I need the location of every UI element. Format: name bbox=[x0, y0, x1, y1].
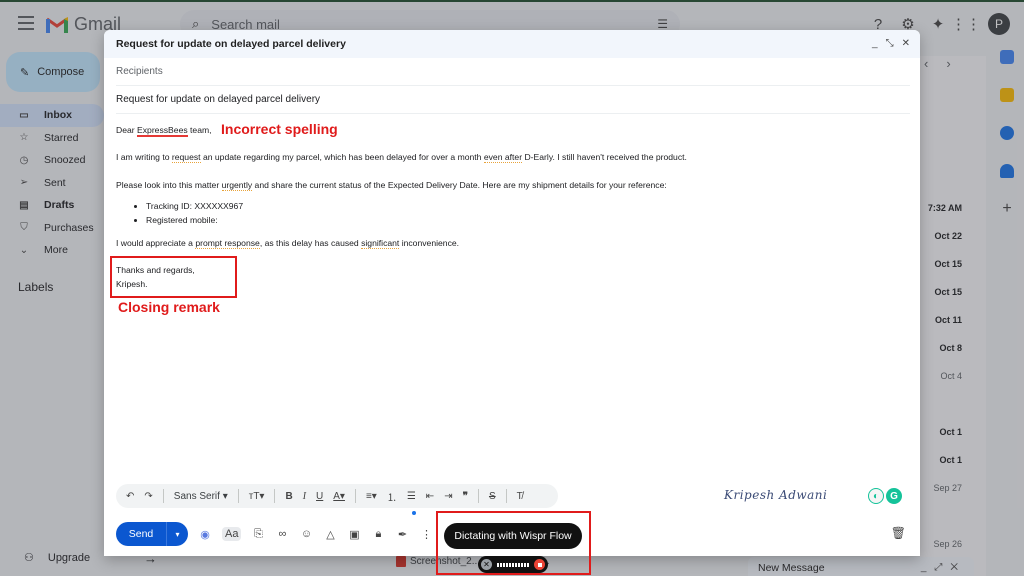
font-select-value: Sans Serif bbox=[173, 490, 220, 502]
italic-icon[interactable]: I bbox=[303, 491, 306, 502]
paragraph-2: Please look into this matter urgently an… bbox=[116, 179, 908, 192]
text-run: and share the current status of the Expe… bbox=[252, 179, 667, 190]
align-icon[interactable]: ≡▾ bbox=[366, 491, 377, 502]
grammar-suggestion[interactable]: significant bbox=[361, 238, 400, 250]
annotation-incorrect-spelling: Incorrect spelling bbox=[221, 121, 338, 137]
lightbulb-icon[interactable]: ◐ bbox=[868, 488, 884, 504]
clear-formatting-icon[interactable]: T̸ bbox=[517, 491, 523, 502]
discard-draft-icon[interactable]: 🗑︎ bbox=[891, 526, 906, 540]
text-color-icon[interactable]: A▾ bbox=[333, 491, 345, 502]
text-run: Please look into this matter bbox=[116, 179, 222, 190]
underline-icon[interactable]: U bbox=[316, 491, 323, 502]
text-run: I would appreciate a bbox=[116, 238, 196, 249]
text-run: inconvenience. bbox=[399, 238, 460, 249]
text-run: , as this delay has caused bbox=[259, 238, 362, 249]
annotation-closing-box bbox=[110, 256, 237, 298]
formatting-options-button[interactable]: Aa bbox=[222, 527, 242, 541]
send-button-group: Send ▾ bbox=[116, 522, 188, 546]
font-select[interactable]: Sans Serif ▾ bbox=[174, 491, 228, 502]
compose-action-bar: Send ▾ ◉ Aa ⎘ ∞ ☺ △ ▣ 🔒︎ ✒ ⋮ bbox=[116, 522, 433, 546]
paragraph-3: I would appreciate a prompt response, as… bbox=[116, 237, 908, 250]
quote-icon[interactable]: ❞ bbox=[463, 491, 468, 502]
schedule-send-dropdown[interactable]: ▾ bbox=[166, 522, 188, 546]
annotation-closing-remark: Closing remark bbox=[118, 299, 220, 315]
wispr-control-bar: ✕ bbox=[478, 556, 548, 573]
subject-field[interactable]: Request for update on delayed parcel del… bbox=[116, 86, 910, 114]
greeting-prefix: Dear bbox=[116, 125, 138, 135]
link-icon[interactable]: ∞ bbox=[275, 528, 289, 540]
notification-dot bbox=[412, 511, 416, 515]
wispr-status-text: Dictating with Wispr Flow bbox=[454, 530, 572, 542]
more-options-icon[interactable]: ⋮ bbox=[419, 528, 433, 541]
lock-icon[interactable]: 🔒︎ bbox=[371, 528, 385, 541]
undo-icon[interactable]: ↶ bbox=[126, 491, 134, 502]
grammar-suggestion[interactable]: request bbox=[171, 152, 201, 164]
close-icon[interactable]: ✕ bbox=[902, 38, 910, 49]
divider bbox=[237, 489, 239, 503]
divider bbox=[162, 489, 164, 503]
bold-icon[interactable]: B bbox=[285, 491, 292, 502]
drive-icon[interactable]: △ bbox=[323, 528, 337, 541]
attach-icon[interactable]: ⎘ bbox=[251, 528, 265, 541]
divider bbox=[354, 489, 356, 503]
text-run: an update regarding my parcel, which has… bbox=[200, 152, 484, 163]
photo-icon[interactable]: ▣ bbox=[347, 528, 361, 541]
grammarly-widget[interactable]: ◐ G bbox=[868, 488, 902, 504]
shipment-details-list: Tracking ID: XXXXXX967 Registered mobile… bbox=[146, 200, 908, 227]
bulleted-list-icon[interactable]: ☰ bbox=[407, 491, 416, 502]
divider bbox=[505, 489, 507, 503]
exit-fullscreen-icon[interactable]: ⤡ bbox=[886, 38, 894, 49]
text-run: I am writing to bbox=[116, 152, 172, 163]
grammarly-icon[interactable]: G bbox=[886, 488, 902, 504]
paragraph-1: I am writing to request an update regard… bbox=[116, 151, 908, 164]
indent-more-icon[interactable]: ⇥ bbox=[444, 491, 452, 502]
numbered-list-icon[interactable]: ⒈ bbox=[387, 489, 397, 504]
misspelled-word[interactable]: ExpressBees bbox=[137, 125, 188, 137]
compose-header[interactable]: Request for update on delayed parcel del… bbox=[104, 30, 920, 58]
compose-window-controls: _ ⤡ ✕ bbox=[872, 38, 910, 49]
list-item: Registered mobile: bbox=[146, 214, 908, 227]
grammar-suggestion[interactable]: urgently bbox=[221, 179, 253, 191]
grammar-suggestion[interactable]: even after bbox=[483, 152, 523, 164]
font-size-icon[interactable]: ᴛT▾ bbox=[249, 491, 265, 502]
stop-dictation-icon[interactable] bbox=[534, 559, 545, 570]
minimize-icon[interactable]: _ bbox=[872, 38, 878, 49]
extension-icon[interactable]: ◉ bbox=[198, 528, 212, 541]
indent-less-icon[interactable]: ⇤ bbox=[426, 491, 434, 502]
formatting-toolbar: ↶ ↷ Sans Serif ▾ ᴛT▾ B I U A▾ ≡▾ ⒈ ☰ ⇤ ⇥… bbox=[116, 484, 558, 508]
divider bbox=[477, 489, 479, 503]
watermark-signature: Kripesh Adwani bbox=[724, 488, 828, 502]
strikethrough-icon[interactable]: S bbox=[489, 491, 496, 502]
audio-waveform-icon bbox=[497, 562, 529, 567]
send-button[interactable]: Send bbox=[116, 522, 166, 546]
subject-text: Request for update on delayed parcel del… bbox=[116, 94, 321, 105]
grammar-suggestion[interactable]: prompt response bbox=[195, 238, 260, 250]
wispr-dictation-tooltip: Dictating with Wispr Flow bbox=[444, 523, 582, 549]
emoji-icon[interactable]: ☺ bbox=[299, 528, 313, 540]
recipients-placeholder: Recipients bbox=[116, 66, 163, 77]
recipients-field[interactable]: Recipients bbox=[116, 58, 910, 86]
compose-title: Request for update on delayed parcel del… bbox=[116, 38, 346, 50]
divider bbox=[274, 489, 276, 503]
signature-pen-icon[interactable]: ✒ bbox=[395, 528, 409, 541]
list-item: Tracking ID: XXXXXX967 bbox=[146, 200, 908, 213]
cancel-dictation-icon[interactable]: ✕ bbox=[481, 559, 492, 570]
greeting-suffix: team, bbox=[187, 125, 212, 135]
redo-icon[interactable]: ↷ bbox=[144, 491, 152, 502]
text-run: D-Early. I still haven't received the pr… bbox=[522, 152, 687, 163]
